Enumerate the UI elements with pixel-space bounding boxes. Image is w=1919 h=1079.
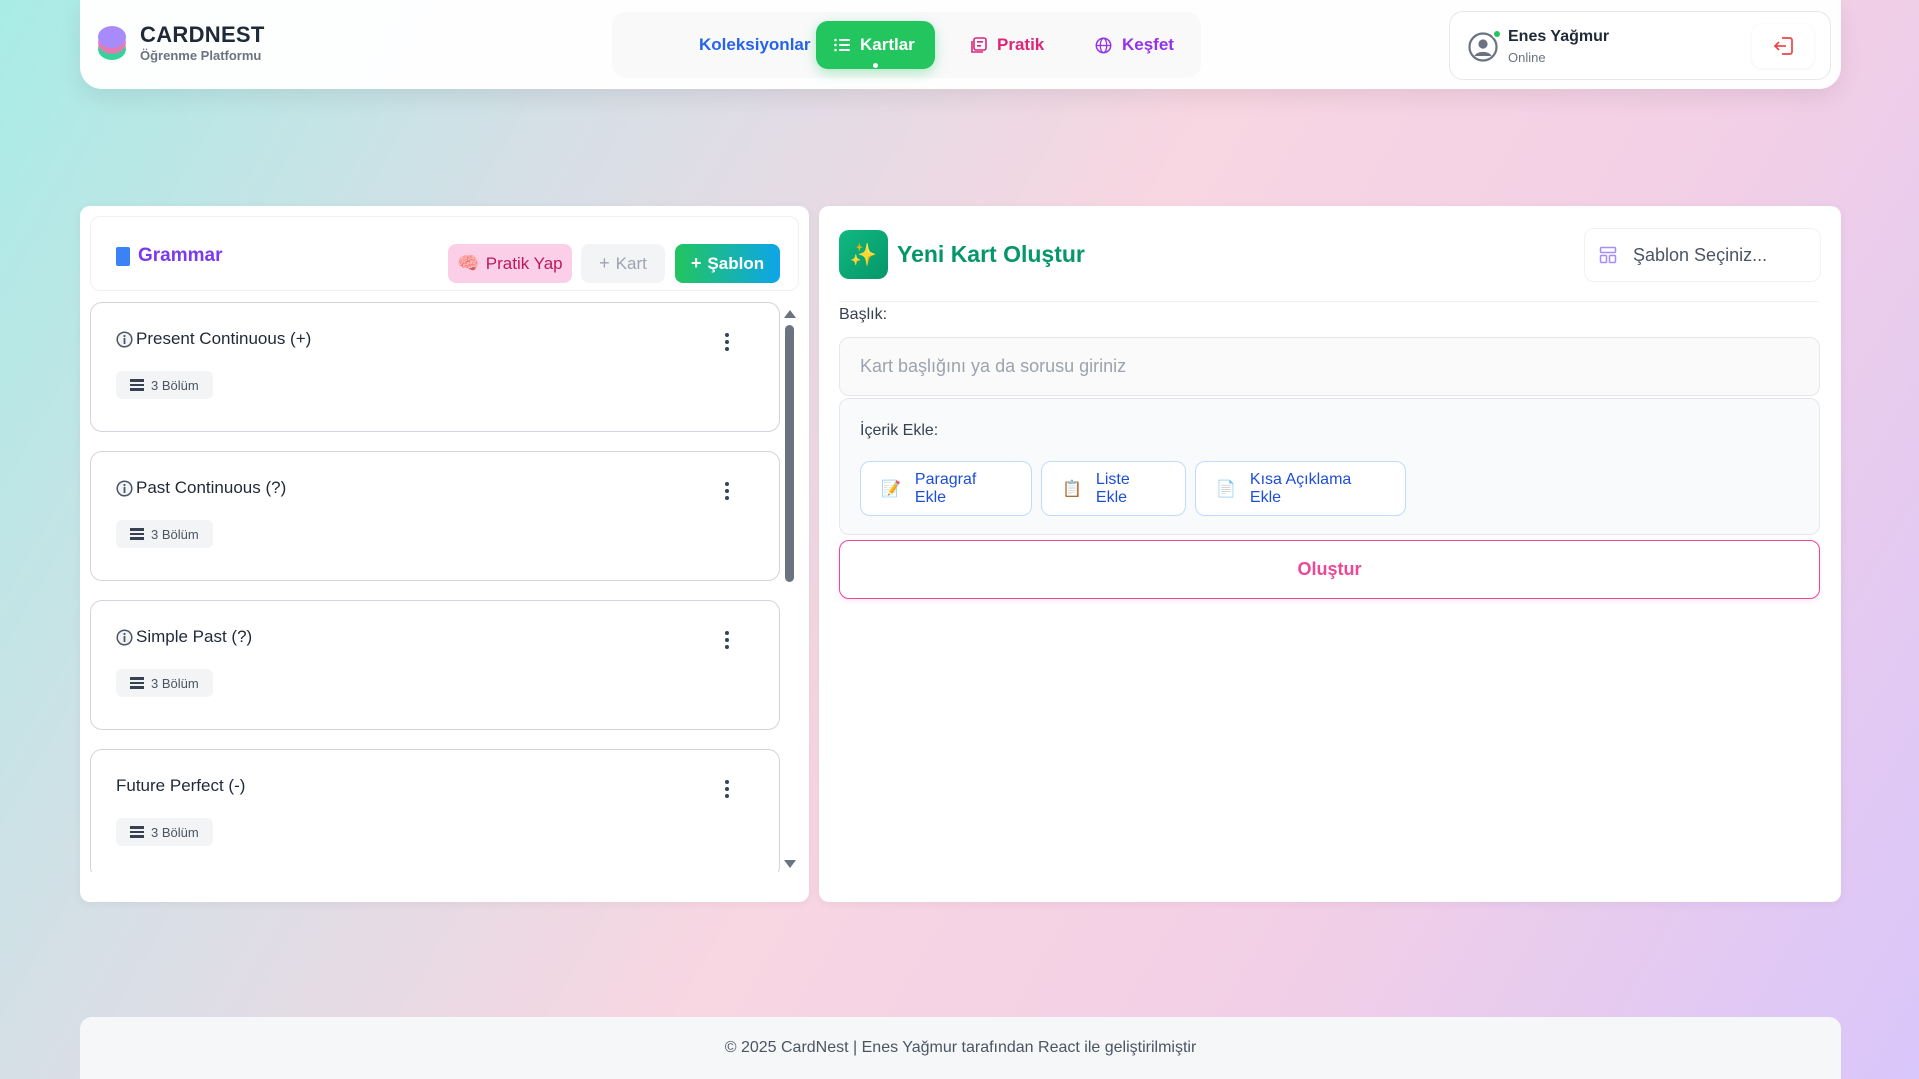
user-status: Online — [1508, 50, 1546, 65]
nav-item-kartlar[interactable]: Kartlar — [816, 21, 935, 69]
collection-title-text: Grammar — [138, 245, 223, 266]
create-button[interactable]: Oluştur — [839, 540, 1820, 599]
user-name: Enes Yağmur — [1508, 28, 1610, 45]
add-short-description-button[interactable]: 📄 Kısa Açıklama Ekle — [1195, 461, 1406, 516]
add-content-label: İçerik Ekle: — [860, 422, 939, 439]
card-editor-panel: ✨ Yeni Kart Oluştur Şablon Seçiniz... Ba… — [819, 206, 1841, 902]
logout-icon — [1773, 37, 1793, 55]
nav-item-kesfet[interactable]: Keşfet — [1077, 21, 1192, 69]
online-status-dot — [1492, 29, 1502, 39]
more-options-icon[interactable] — [724, 482, 730, 502]
book-icon — [116, 246, 130, 266]
nav-item-pratik[interactable]: Pratik — [953, 21, 1062, 69]
practice-button-label: Pratik Yap — [485, 253, 563, 273]
add-template-button-label: Şablon — [707, 253, 765, 273]
brand[interactable]: CARDNEST Öğrenme Platformu — [96, 22, 265, 64]
add-list-label: Liste Ekle — [1095, 470, 1130, 506]
card-title-text: Simple Past (?) — [136, 627, 253, 646]
collection-header: Grammar 🧠 Pratik Yap + Kart + Şablon — [90, 216, 799, 291]
nav-item-label: Koleksiyonlar — [699, 35, 811, 54]
list-icon — [130, 528, 144, 540]
sparkles-icon: ✨ — [839, 230, 888, 279]
practice-button[interactable]: 🧠 Pratik Yap — [448, 244, 572, 283]
logout-button[interactable] — [1752, 24, 1814, 68]
scroll-up-arrow-icon[interactable] — [784, 310, 796, 318]
list-icon — [130, 826, 144, 838]
plus-icon: + — [599, 253, 610, 273]
list-icon — [834, 38, 850, 52]
active-indicator — [873, 63, 878, 68]
card-item[interactable]: Simple Past (?) 3 Bölüm — [90, 600, 780, 730]
editor-title: Yeni Kart Oluştur — [897, 241, 1085, 267]
top-navbar: CARDNEST Öğrenme Platformu Koleksiyonlar… — [80, 0, 1841, 89]
add-paragraph-label: Paragraf Ekle — [914, 470, 977, 506]
card-title-text: Past Continuous (?) — [136, 478, 287, 497]
footer: © 2025 CardNest | Enes Yağmur tarafından… — [80, 1017, 1841, 1079]
plus-icon: + — [690, 253, 702, 273]
add-card-button-label: Kart — [615, 253, 647, 273]
section-count: 3 Bölüm — [151, 824, 199, 840]
scrollbar-thumb[interactable] — [785, 325, 794, 582]
brain-icon: 🧠 — [457, 253, 480, 273]
add-short-description-label: Kısa Açıklama Ekle — [1249, 470, 1352, 506]
practice-icon — [971, 37, 987, 53]
user-profile: Enes Yağmur Online — [1449, 11, 1831, 80]
more-options-icon[interactable] — [724, 631, 730, 651]
card-title-text: Present Continuous (+) — [136, 329, 312, 348]
more-options-icon[interactable] — [724, 333, 730, 353]
collection-title: Grammar — [116, 245, 223, 267]
section-count: 3 Bölüm — [151, 377, 199, 393]
add-content-section: İçerik Ekle: 📝 Paragraf Ekle 📋 Liste Ekl… — [839, 398, 1820, 535]
section-count-badge: 3 Bölüm — [116, 669, 213, 697]
info-icon — [116, 628, 133, 646]
template-icon — [1599, 246, 1617, 264]
collection-panel: Grammar 🧠 Pratik Yap + Kart + Şablon Pre… — [80, 206, 809, 902]
card-title: Present Continuous (+) — [116, 329, 311, 349]
section-count-badge: 3 Bölüm — [116, 818, 213, 846]
add-list-button[interactable]: 📋 Liste Ekle — [1041, 461, 1186, 516]
template-select-placeholder: Şablon Seçiniz... — [1633, 244, 1768, 265]
globe-icon — [1095, 37, 1112, 53]
footer-text: © 2025 CardNest | Enes Yağmur tarafından… — [724, 1039, 1197, 1056]
nav-item-koleksiyonlar[interactable]: Koleksiyonlar — [699, 21, 811, 69]
section-count: 3 Bölüm — [151, 675, 199, 691]
title-label: Başlık: — [839, 306, 888, 323]
info-icon — [116, 479, 133, 497]
clipboard-icon: 📋 — [1062, 480, 1082, 498]
card-title-input[interactable] — [839, 337, 1820, 396]
section-count: 3 Bölüm — [151, 526, 199, 542]
card-title: Simple Past (?) — [116, 627, 252, 647]
card-title: Past Continuous (?) — [116, 478, 286, 498]
info-icon — [116, 330, 133, 348]
card-list[interactable]: Present Continuous (+) 3 Bölüm Past Cont… — [90, 302, 788, 872]
section-count-badge: 3 Bölüm — [116, 520, 213, 548]
card-item[interactable]: Past Continuous (?) 3 Bölüm — [90, 451, 780, 581]
scroll-down-arrow-icon[interactable] — [784, 860, 796, 868]
card-item[interactable]: Future Perfect (-) 3 Bölüm — [90, 749, 780, 872]
nav-item-label: Keşfet — [1122, 35, 1174, 54]
add-card-button[interactable]: + Kart — [581, 244, 665, 283]
brand-name: CARDNEST — [140, 22, 265, 47]
add-paragraph-button[interactable]: 📝 Paragraf Ekle — [860, 461, 1032, 516]
list-icon — [130, 379, 144, 391]
add-template-button[interactable]: + Şablon — [675, 244, 780, 283]
card-item[interactable]: Present Continuous (+) 3 Bölüm — [90, 302, 780, 432]
memo-icon: 📝 — [881, 480, 901, 498]
section-count-badge: 3 Bölüm — [116, 371, 213, 399]
nav-item-label: Kartlar — [860, 35, 915, 54]
more-options-icon[interactable] — [724, 780, 730, 800]
card-title: Future Perfect (-) — [116, 776, 245, 796]
nav-item-label: Pratik — [997, 35, 1045, 54]
brand-subtitle: Öğrenme Platformu — [140, 48, 262, 63]
editor-header: ✨ Yeni Kart Oluştur Şablon Seçiniz... — [839, 206, 1821, 302]
list-icon — [130, 677, 144, 689]
main-nav: Koleksiyonlar Kartlar Pratik Keşfet — [612, 12, 1201, 78]
document-icon: 📄 — [1216, 480, 1236, 498]
card-list-scrollbar[interactable] — [781, 308, 797, 870]
card-title-text: Future Perfect (-) — [116, 776, 246, 795]
template-select[interactable]: Şablon Seçiniz... — [1584, 228, 1821, 282]
cardnest-logo-icon — [96, 24, 128, 62]
